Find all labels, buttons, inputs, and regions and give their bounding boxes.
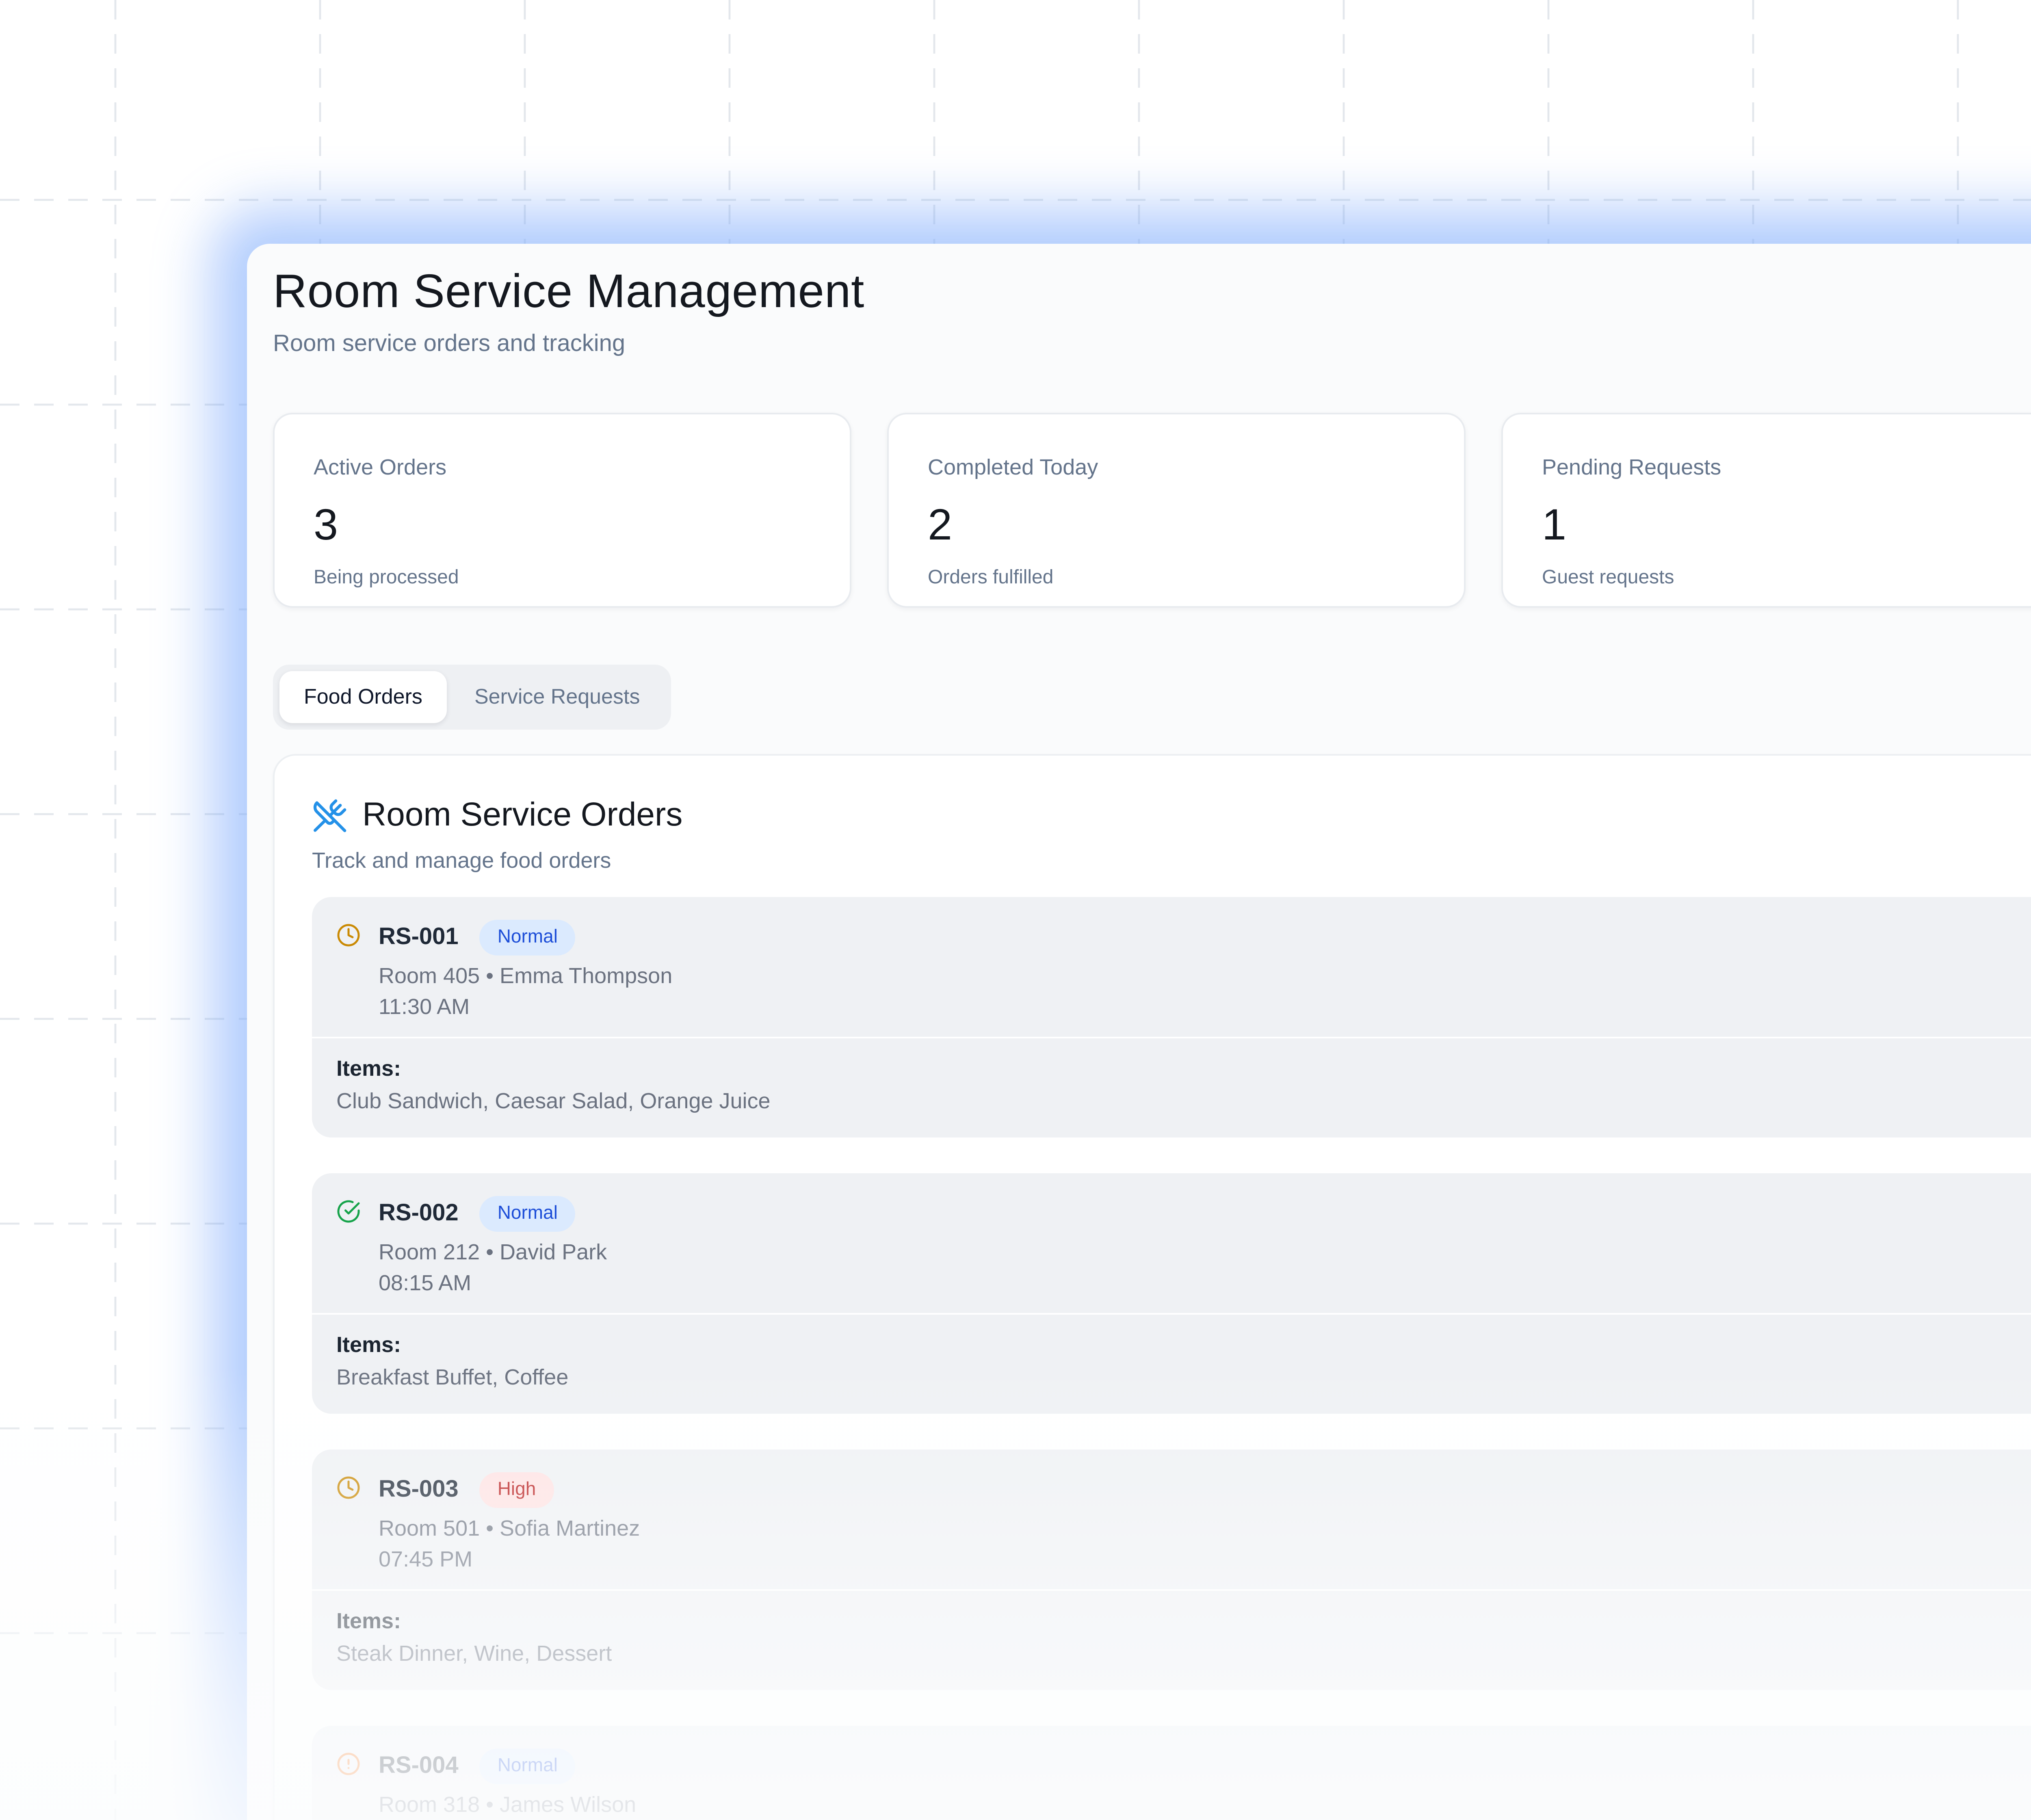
orders-card-header: Room Service Orders: [312, 795, 2031, 837]
orders-card-title: Room Service Orders: [362, 795, 682, 837]
stat-value: 1: [1542, 500, 2031, 549]
check-circle-icon: [336, 1199, 361, 1224]
stat-value: 3: [314, 500, 811, 549]
order-room-guest: Room 405 • Emma Thompson: [379, 962, 2031, 990]
order-header: RS-001 Normal Room 405 • Emma Thompson 1…: [312, 897, 2031, 1037]
order-room-guest: Room 212 • David Park: [379, 1238, 2031, 1266]
tab-service-requests[interactable]: Service Requests: [450, 671, 665, 723]
items-label: Items:: [336, 1607, 612, 1635]
order-row-rs-003: RS-003 High Room 501 • Sofia Martinez 07…: [312, 1450, 2031, 1690]
clock-icon: [336, 923, 361, 947]
stat-value: 2: [928, 500, 1425, 549]
order-id: RS-004: [379, 1750, 459, 1783]
order-time: 11:30 AM: [379, 993, 2031, 1020]
utensils-crossed-icon: [312, 798, 348, 834]
order-items-section: Items: Breakfast Buffet, Coffee $28.00: [312, 1313, 2031, 1414]
order-id: RS-002: [379, 1198, 459, 1230]
stat-caption: Being processed: [314, 566, 811, 588]
alert-circle-icon: [336, 1752, 361, 1776]
order-info: RS-002 Normal Room 212 • David Park 08:1…: [379, 1196, 2031, 1297]
order-header: RS-003 High Room 501 • Sofia Martinez 07…: [312, 1450, 2031, 1589]
screen: Room Service Management Room service ord…: [0, 0, 2031, 1820]
order-room-guest: Room 318 • James Wilson: [379, 1791, 2031, 1818]
stat-card-completed-today: Completed Today 2 Orders fulfilled: [887, 413, 1466, 608]
priority-badge: Normal: [480, 1196, 576, 1232]
order-id: RS-003: [379, 1474, 459, 1506]
order-items-section: Items: Club Sandwich, Caesar Salad, Oran…: [312, 1037, 2031, 1138]
order-time: 07:45 PM: [379, 1545, 2031, 1573]
items-label: Items:: [336, 1055, 771, 1082]
order-id: RS-001: [379, 921, 459, 954]
tab-food-orders[interactable]: Food Orders: [279, 671, 447, 723]
order-info: RS-004 Normal Room 318 • James Wilson 06…: [379, 1748, 2031, 1820]
priority-badge: Normal: [480, 920, 576, 956]
main-panel: Room Service Management Room service ord…: [247, 244, 2031, 1820]
items-text: Breakfast Buffet, Coffee: [336, 1363, 568, 1391]
items-text: Steak Dinner, Wine, Dessert: [336, 1640, 612, 1667]
order-room-guest: Room 501 • Sofia Martinez: [379, 1514, 2031, 1542]
order-row-rs-002: RS-002 Normal Room 212 • David Park 08:1…: [312, 1173, 2031, 1414]
stat-card-active-orders: Active Orders 3 Being processed: [273, 413, 851, 608]
order-row-rs-001: RS-001 Normal Room 405 • Emma Thompson 1…: [312, 897, 2031, 1138]
priority-badge: High: [480, 1472, 554, 1508]
items-label: Items:: [336, 1331, 568, 1358]
clock-icon: [336, 1476, 361, 1500]
order-row-rs-004: RS-004 Normal Room 318 • James Wilson 06…: [312, 1726, 2031, 1820]
order-info: RS-003 High Room 501 • Sofia Martinez 07…: [379, 1472, 2031, 1573]
order-header: RS-002 Normal Room 212 • David Park 08:1…: [312, 1173, 2031, 1313]
order-list: RS-001 Normal Room 405 • Emma Thompson 1…: [312, 897, 2031, 1820]
page-subtitle: Room service orders and tracking: [273, 330, 2031, 359]
page-title: Room Service Management: [273, 263, 2031, 322]
room-service-orders-card: Room Service Orders Track and manage foo…: [273, 754, 2031, 1820]
priority-badge: Normal: [480, 1748, 576, 1784]
stat-card-pending-requests: Pending Requests 1 Guest requests: [1501, 413, 2031, 608]
stat-caption: Orders fulfilled: [928, 566, 1425, 588]
orders-card-subtitle: Track and manage food orders: [312, 847, 2031, 874]
stat-label: Pending Requests: [1542, 455, 2031, 481]
tab-bar: Food Orders Service Requests: [273, 665, 671, 730]
stats-row: Active Orders 3 Being processed Complete…: [273, 413, 2031, 608]
stat-label: Active Orders: [314, 455, 811, 481]
order-info: RS-001 Normal Room 405 • Emma Thompson 1…: [379, 920, 2031, 1020]
order-items-section: Items: Steak Dinner, Wine, Dessert $125.…: [312, 1589, 2031, 1690]
stat-label: Completed Today: [928, 455, 1425, 481]
stat-caption: Guest requests: [1542, 566, 2031, 588]
order-header: RS-004 Normal Room 318 • James Wilson 06…: [312, 1726, 2031, 1820]
items-text: Club Sandwich, Caesar Salad, Orange Juic…: [336, 1087, 771, 1115]
order-time: 08:15 AM: [379, 1269, 2031, 1297]
